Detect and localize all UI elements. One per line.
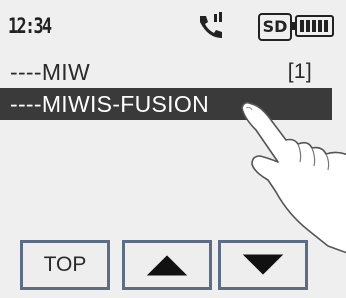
item-count: [1] xyxy=(287,60,312,83)
signal-handset-icon xyxy=(200,12,222,38)
soft-key-bar: TOP xyxy=(0,240,346,298)
up-arrow-icon xyxy=(146,255,188,276)
list-item-label: ----MIWIS-FUSION xyxy=(10,91,209,117)
device-screen: 12:34 SD ----MIW [1] ----MIWIS-FUSION TO… xyxy=(0,0,346,298)
battery-icon xyxy=(292,15,334,37)
up-button[interactable] xyxy=(122,240,212,290)
down-arrow-icon xyxy=(242,254,284,275)
top-button-label: TOP xyxy=(43,253,87,276)
status-bar: 12:34 SD xyxy=(0,10,334,46)
down-button[interactable] xyxy=(218,240,308,290)
top-button[interactable]: TOP xyxy=(20,240,110,290)
clock: 12:34 xyxy=(8,14,52,38)
list-item-label: ----MIW xyxy=(10,59,90,85)
sd-card-badge: SD xyxy=(258,13,292,41)
list-item-miw[interactable]: ----MIW [1] xyxy=(0,56,332,88)
